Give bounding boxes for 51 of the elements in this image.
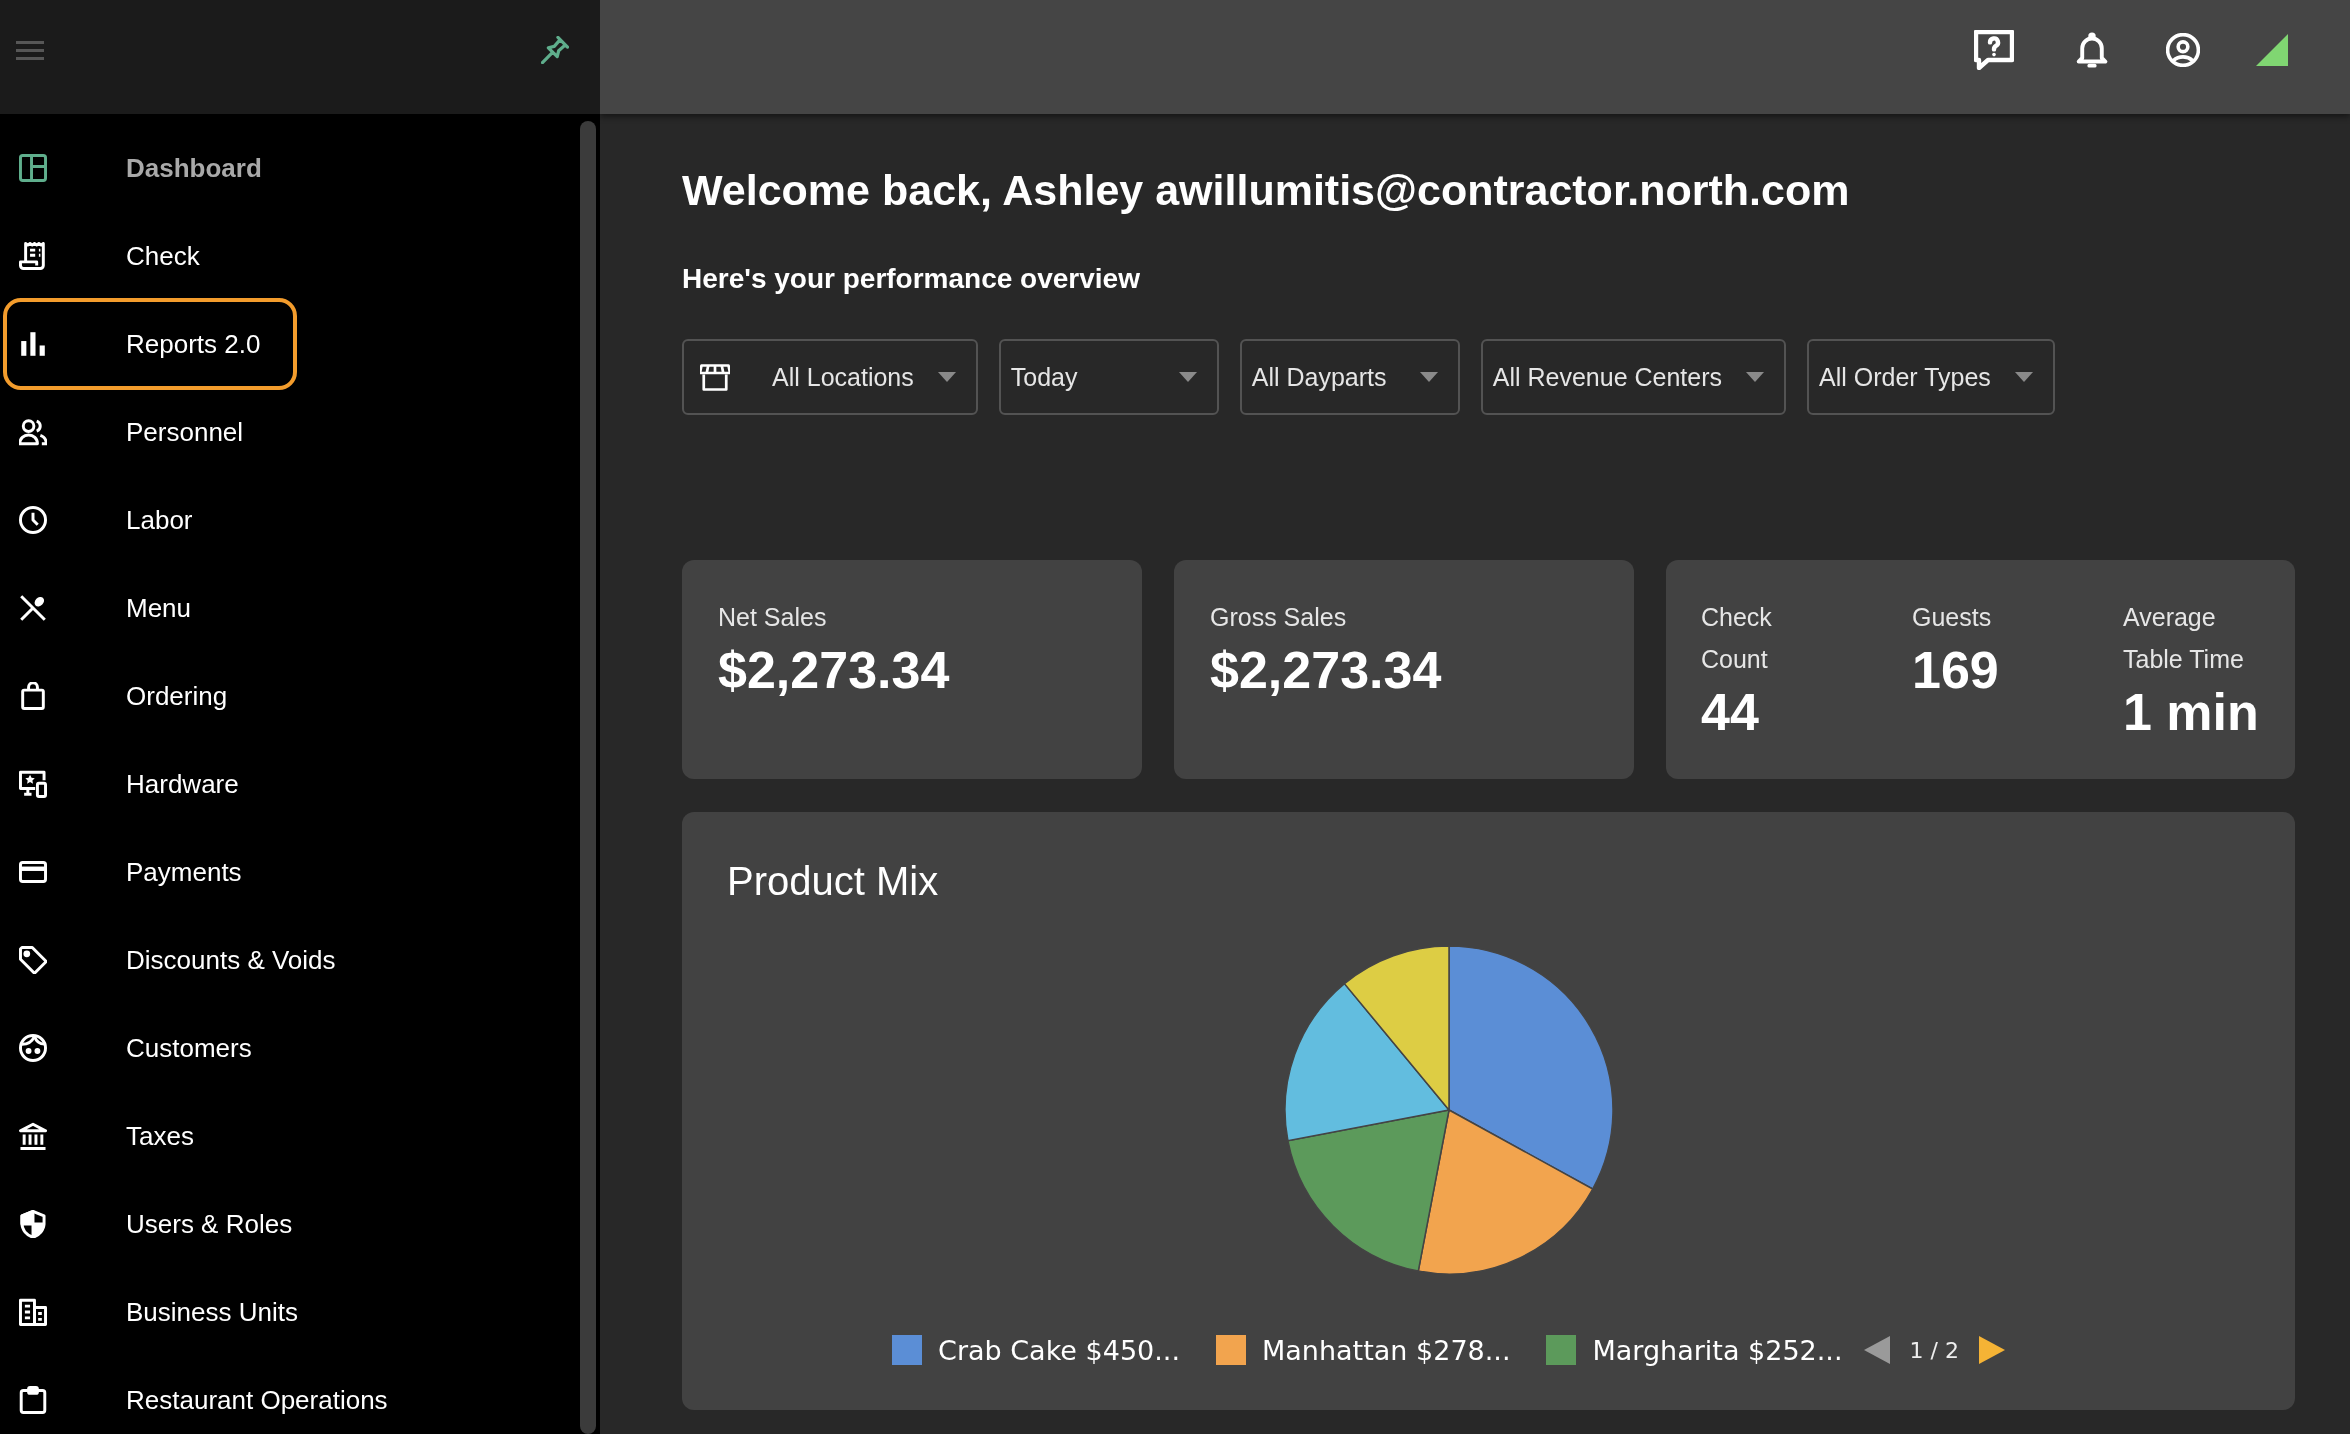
page-title: Welcome back, Ashley awillumitis@contractor.north.com: [682, 165, 1850, 216]
utensils-icon: [19, 594, 47, 622]
help-icon[interactable]: [1974, 30, 2014, 70]
tag-icon: [19, 946, 47, 974]
page-subtitle: Here's your performance overview: [682, 262, 1140, 296]
caret-icon: [2014, 372, 2033, 382]
dropdown[interactable]: All Order Types: [1807, 339, 2055, 415]
clipboard-icon: [19, 1386, 47, 1414]
bell-icon[interactable]: [2076, 30, 2108, 70]
layout-icon: [19, 154, 47, 182]
receipt-icon: [19, 242, 47, 270]
stat-label: Gross Sales: [1210, 602, 1347, 633]
credit-card-icon: [19, 858, 47, 886]
legend-label: Crab Cake $450...: [938, 1334, 1180, 1366]
stat-label: Average Table Time: [2123, 602, 2245, 675]
pin-icon[interactable]: [541, 36, 569, 64]
nav-item[interactable]: Reports 2.0: [3, 298, 298, 390]
scrollbar[interactable]: [580, 121, 596, 1434]
people-icon: [19, 418, 47, 446]
menu-icon[interactable]: [16, 40, 44, 60]
page-indicator: 1 / 2: [1909, 1337, 1959, 1363]
devices-icon: [19, 770, 47, 798]
stat-label: Guests: [1912, 602, 1993, 633]
building-icon: [19, 1298, 47, 1326]
stat-value: 169: [1912, 640, 1999, 701]
caret-icon: [1178, 372, 1197, 382]
dropdown[interactable]: Today: [998, 339, 1219, 415]
right-arrow-icon[interactable]: [1978, 1336, 2005, 1364]
face-icon: [19, 1034, 47, 1062]
clock-icon: [19, 506, 47, 534]
stat-value: $2,273.34: [718, 640, 950, 701]
dropdown[interactable]: All Dayparts: [1239, 339, 1460, 415]
dropdown[interactable]: All Revenue Centers: [1480, 339, 1787, 415]
caret-icon: [1419, 372, 1438, 382]
shopping-bag-icon: [19, 682, 47, 710]
shield-icon: [19, 1210, 47, 1238]
chart-title: Product Mix: [727, 858, 939, 905]
stat-value: $2,273.34: [1210, 640, 1442, 701]
store-icon: [700, 363, 730, 391]
stat-label: Net Sales: [718, 602, 827, 633]
stat-value: 1 min: [2123, 682, 2259, 743]
dropdown[interactable]: All Locations: [682, 339, 978, 415]
legend-label: Margharita $252...: [1592, 1334, 1843, 1366]
triangle-icon: [2256, 34, 2288, 66]
bank-icon: [19, 1122, 47, 1150]
legend-label: Manhattan $278...: [1262, 1334, 1511, 1366]
bar-chart-icon: [19, 330, 47, 358]
caret-icon: [1746, 372, 1765, 382]
stat-value: 44: [1701, 682, 1759, 743]
caret-icon: [937, 372, 956, 382]
stat-label: Check Count: [1701, 602, 1773, 675]
